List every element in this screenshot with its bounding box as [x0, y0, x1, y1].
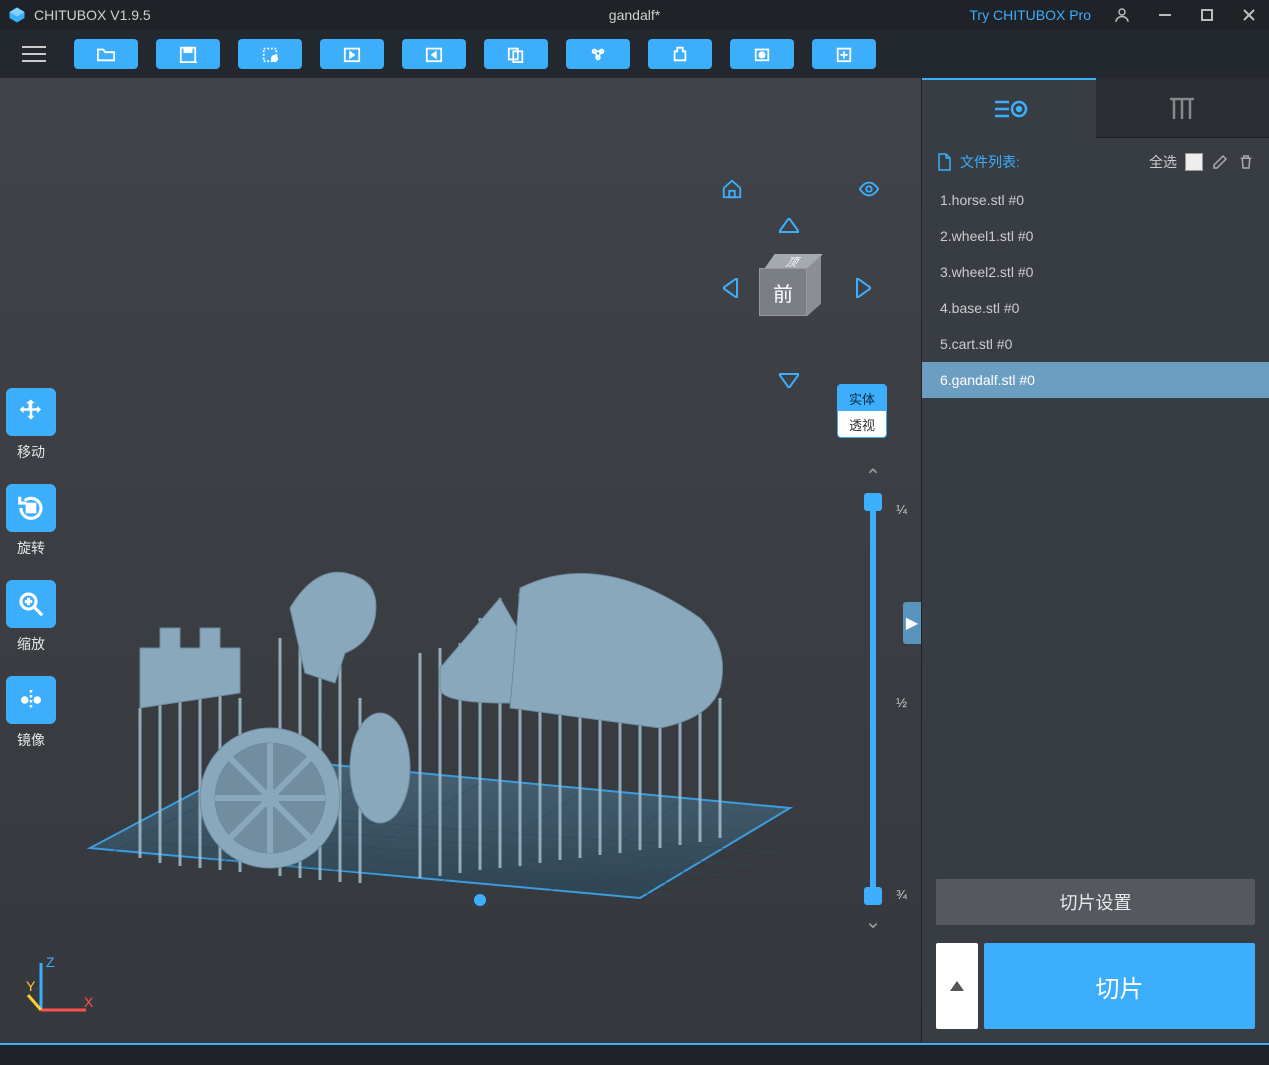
try-pro-link[interactable]: Try CHITUBOX Pro — [969, 7, 1091, 23]
settings-tab-icon — [989, 94, 1029, 124]
close-button[interactable] — [1237, 7, 1261, 23]
slider-marks: ¼ ½ ¾ — [896, 502, 907, 902]
move-tool[interactable]: 移动 — [6, 388, 56, 462]
minimize-button[interactable] — [1153, 7, 1177, 23]
layer-slider[interactable]: ⌃ ⌄ — [869, 464, 877, 934]
orbit-right-icon[interactable] — [855, 278, 871, 298]
document-title: gandalf* — [609, 7, 660, 23]
edit-icon[interactable] — [1211, 153, 1229, 171]
tab-settings[interactable] — [922, 78, 1096, 138]
rotate-tool[interactable]: 旋转 — [6, 484, 56, 558]
visibility-icon[interactable] — [857, 178, 881, 200]
view-navigator: 顶 前 — [681, 178, 881, 388]
file-item[interactable]: 4.base.stl #0 — [922, 290, 1269, 326]
dig-hole-button[interactable] — [730, 39, 794, 69]
axis-gizmo: Z X Y — [26, 955, 96, 1025]
repair-button[interactable] — [812, 39, 876, 69]
cube-front-face[interactable]: 前 — [759, 268, 807, 316]
supports-tab-icon — [1162, 93, 1202, 123]
app-logo-icon — [8, 6, 26, 24]
slider-down-icon[interactable]: ⌄ — [865, 909, 882, 934]
scale-label: 缩放 — [17, 634, 45, 654]
slice-row: 切片 — [936, 943, 1255, 1029]
panel-tabs — [922, 78, 1269, 138]
file-item[interactable]: 2.wheel1.stl #0 — [922, 218, 1269, 254]
hollow-button[interactable] — [648, 39, 712, 69]
file-item[interactable]: 6.gandalf.stl #0 — [922, 362, 1269, 398]
svg-text:Y: Y — [26, 978, 36, 994]
slice-options-dropdown[interactable] — [936, 943, 978, 1029]
file-list-title: 文件列表: — [960, 152, 1020, 172]
mirror-label: 镜像 — [17, 730, 45, 750]
tab-supports[interactable] — [1096, 78, 1269, 138]
build-plate — [80, 498, 800, 918]
orbit-left-icon[interactable] — [723, 278, 739, 298]
slider-mark-3: ¾ — [896, 887, 907, 902]
file-item[interactable]: 3.wheel2.stl #0 — [922, 254, 1269, 290]
slider-thumb-top[interactable] — [864, 493, 882, 511]
svg-text:X: X — [84, 994, 94, 1010]
view-cube[interactable]: 顶 前 — [759, 254, 821, 316]
account-icon[interactable] — [1109, 6, 1135, 24]
select-all-label: 全选 — [1149, 152, 1177, 172]
file-item[interactable]: 5.cart.stl #0 — [922, 326, 1269, 362]
app-name: CHITUBOX V1.9.5 — [34, 7, 151, 23]
file-list: 1.horse.stl #02.wheel1.stl #03.wheel2.st… — [922, 182, 1269, 867]
home-view-icon[interactable] — [721, 178, 743, 200]
auto-layout-button[interactable] — [566, 39, 630, 69]
slice-button[interactable]: 切片 — [984, 943, 1255, 1029]
file-list-header: 文件列表: 全选 — [922, 138, 1269, 182]
status-bar — [0, 1043, 1269, 1065]
maximize-button[interactable] — [1195, 7, 1219, 23]
orbit-up-icon[interactable] — [779, 218, 799, 234]
mirror-tool[interactable]: 镜像 — [6, 676, 56, 750]
save-button[interactable] — [156, 39, 220, 69]
new-project-button[interactable] — [238, 39, 302, 69]
rotate-label: 旋转 — [17, 538, 45, 558]
undo-button[interactable] — [320, 39, 384, 69]
title-bar: CHITUBOX V1.9.5 gandalf* Try CHITUBOX Pr… — [0, 0, 1269, 30]
orbit-down-icon[interactable] — [779, 372, 799, 388]
slider-mark-2: ½ — [896, 695, 907, 710]
cube-side-face[interactable] — [807, 256, 821, 317]
slider-up-icon[interactable]: ⌃ — [865, 464, 882, 489]
slider-mark-1: ¼ — [896, 502, 907, 517]
select-all-checkbox[interactable] — [1185, 153, 1203, 171]
copy-button[interactable] — [484, 39, 548, 69]
slice-settings-button[interactable]: 切片设置 — [936, 879, 1255, 925]
move-label: 移动 — [17, 442, 45, 462]
slider-track[interactable] — [870, 495, 876, 903]
slider-thumb-bottom[interactable] — [864, 887, 882, 905]
transform-tools: 移动 旋转 缩放 镜像 — [6, 388, 56, 750]
display-mode-toggle[interactable]: 实体 透视 — [837, 384, 887, 438]
right-panel: 文件列表: 全选 1.horse.stl #02.wheel1.stl #03.… — [921, 78, 1269, 1043]
panel-collapse-handle[interactable]: ▶ — [903, 602, 921, 644]
delete-icon[interactable] — [1237, 153, 1255, 171]
main-toolbar — [0, 30, 1269, 78]
redo-button[interactable] — [402, 39, 466, 69]
open-button[interactable] — [74, 39, 138, 69]
display-perspective[interactable]: 透视 — [838, 411, 886, 437]
file-item[interactable]: 1.horse.stl #0 — [922, 182, 1269, 218]
menu-button[interactable] — [12, 37, 56, 71]
scale-tool[interactable]: 缩放 — [6, 580, 56, 654]
file-icon — [936, 153, 952, 171]
svg-text:Z: Z — [46, 955, 55, 970]
viewport-3d[interactable]: Z X Y 移动 旋转 缩放 镜像 — [0, 78, 921, 1043]
display-solid[interactable]: 实体 — [838, 385, 886, 411]
